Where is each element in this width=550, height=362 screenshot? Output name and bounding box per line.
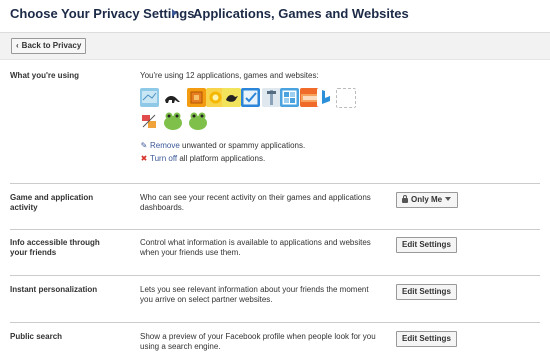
game-activity-desc-line1: Who can see your recent activity on thei… [140, 193, 371, 202]
public-search-desc-line2: using a search engine. [140, 342, 221, 351]
frog-app-icon-2[interactable] [188, 110, 208, 131]
turnoff-apps-line: ✖ Turn off all platform applications. [140, 154, 266, 163]
instant-personalization-label: Instant personalization [10, 285, 98, 294]
page-title: Applications, Games and Websites [193, 6, 409, 21]
scissors-app-icon[interactable] [140, 112, 159, 131]
info-accessible-edit-button[interactable]: Edit Settings [396, 237, 457, 253]
instant-personalization-desc: Lets you see relevant information about … [140, 285, 369, 305]
frog-app-icon-1[interactable] [163, 110, 183, 131]
turnoff-platform-link[interactable]: Turn off [150, 154, 177, 163]
public-search-label: Public search [10, 332, 63, 341]
lock-icon [402, 195, 408, 203]
info-accessible-desc-line2: when your friends use them. [140, 248, 241, 257]
tool-app-icon[interactable] [262, 88, 281, 107]
instant-personalization-edit-button[interactable]: Edit Settings [396, 284, 457, 300]
chevron-left-icon: ‹ [16, 41, 19, 50]
section-divider [10, 322, 540, 323]
game-activity-desc: Who can see your recent activity on thei… [140, 193, 371, 213]
instant-personalization-desc-line2: you arrive on select partner websites. [140, 295, 273, 304]
game-activity-label-line2: activity [10, 203, 38, 212]
info-accessible-desc-line1: Control what information is available to… [140, 238, 371, 247]
blackbird-app-icon[interactable] [222, 88, 241, 107]
breadcrumb-privacy-settings[interactable]: Choose Your Privacy Settings [10, 6, 194, 21]
instant-personalization-desc-line1: Lets you see relevant information about … [140, 285, 369, 294]
info-accessible-desc: Control what information is available to… [140, 238, 371, 258]
game-activity-desc-line2: dashboards. [140, 203, 185, 212]
remove-apps-line: ✎ Remove unwanted or spammy applications. [140, 141, 306, 150]
breadcrumb-arrow-icon [172, 9, 177, 17]
bing-app-icon[interactable] [317, 88, 336, 107]
what-using-label: What you're using [10, 71, 80, 80]
map-app-icon[interactable] [140, 88, 159, 107]
pencil-icon: ✎ [140, 141, 148, 150]
turnoff-platform-text: all platform applications. [179, 154, 266, 163]
public-search-desc-line1: Show a preview of your Facebook profile … [140, 332, 376, 341]
info-accessible-label-line2: your friends [10, 248, 57, 257]
chevron-down-icon [445, 197, 452, 201]
privacy-dropdown-button[interactable]: Only Me [396, 192, 458, 208]
remove-apps-link[interactable]: Remove [150, 141, 180, 150]
section-divider [10, 229, 540, 230]
info-accessible-label-line1: Info accessible through [10, 238, 100, 247]
privacy-dropdown-label: Only Me [411, 195, 443, 204]
back-button-label: Back to Privacy [21, 41, 82, 50]
public-search-edit-button[interactable]: Edit Settings [396, 331, 457, 347]
close-icon: ✖ [140, 154, 148, 163]
info-accessible-label: Info accessible through your friends [10, 238, 100, 258]
foursquare-app-icon[interactable] [280, 88, 299, 107]
game-activity-label-line1: Game and application [10, 193, 94, 202]
apps-summary: You're using 12 applications, games and … [140, 71, 319, 80]
blank-app-icon[interactable] [336, 88, 356, 108]
orange-cube-app-icon[interactable] [187, 88, 206, 107]
section-divider [10, 275, 540, 276]
anteater-app-icon[interactable] [163, 88, 182, 107]
section-divider [10, 183, 540, 184]
remove-apps-text: unwanted or spammy applications. [182, 141, 306, 150]
public-search-desc: Show a preview of your Facebook profile … [140, 332, 376, 352]
page-header: Choose Your Privacy Settings Application… [0, 0, 550, 34]
game-activity-label: Game and application activity [10, 193, 93, 213]
back-to-privacy-button[interactable]: ‹ Back to Privacy [11, 38, 87, 54]
checkmark-app-icon[interactable] [241, 88, 260, 107]
